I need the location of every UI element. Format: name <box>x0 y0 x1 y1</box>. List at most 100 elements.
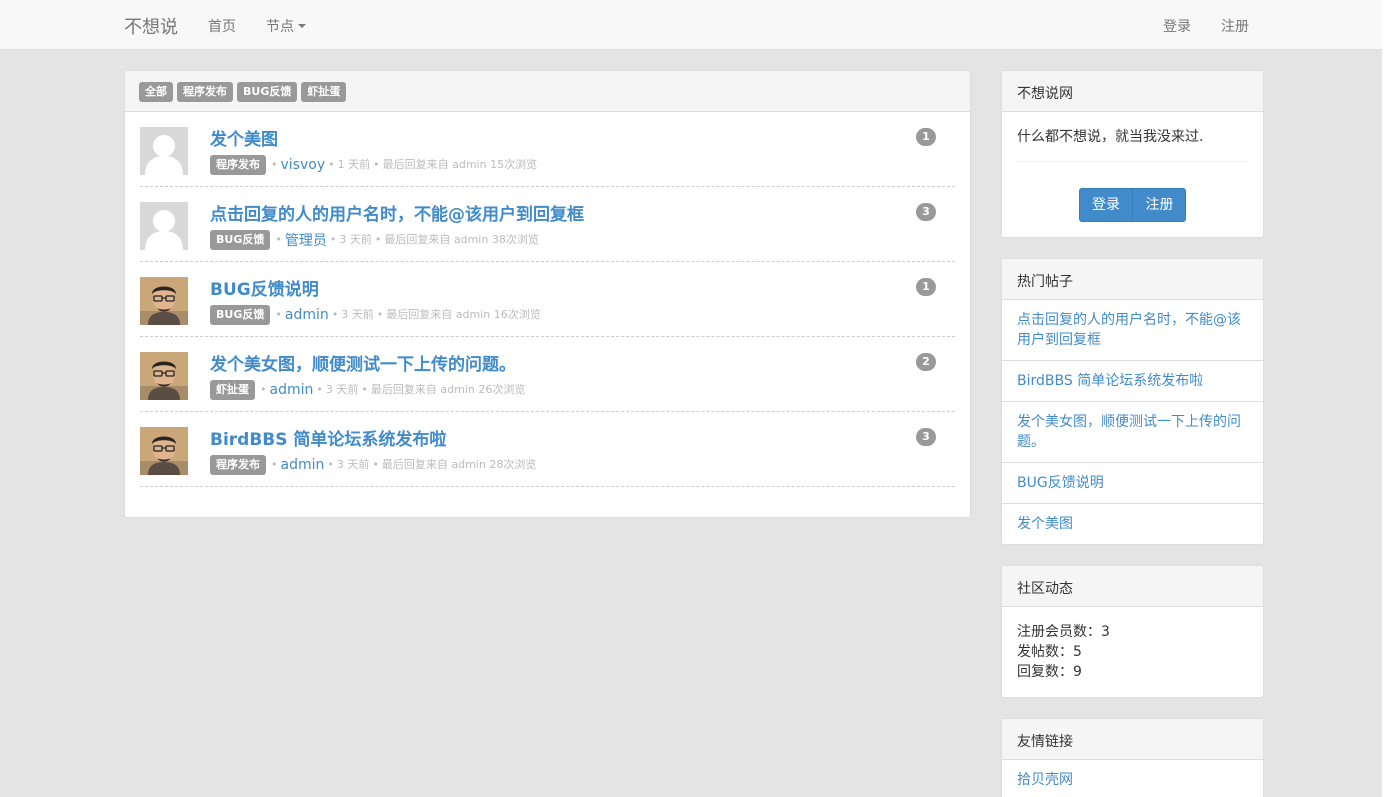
topic-title-link[interactable]: 发个美图 <box>210 125 278 150</box>
topic-node-tag[interactable]: BUG反馈 <box>210 230 271 250</box>
topic-row: 点击回复的人的用户名时，不能@该用户到回复框 BUG反馈 • 管理员 • 3 天前 • 最后回… <box>140 187 955 262</box>
topic-author-link[interactable]: admin <box>281 457 325 473</box>
separator-dot: • <box>361 383 368 396</box>
topic-views: 38次浏览 <box>491 233 539 246</box>
topic-title-link[interactable]: 点击回复的人的用户名时，不能@该用户到回复框 <box>210 200 584 225</box>
topic-views: 26次浏览 <box>478 383 526 396</box>
topic-title-link[interactable]: 发个美女图，顺便测试一下上传的问题。 <box>210 350 516 375</box>
topic-last-reply: 最后回复来自 admin <box>370 383 475 396</box>
tab-chat[interactable]: 虾扯蛋 <box>301 82 347 102</box>
hot-post-link[interactable]: BUG反馈说明 <box>1002 463 1263 504</box>
avatar[interactable] <box>140 427 188 475</box>
nav-login[interactable]: 登录 <box>1163 16 1191 36</box>
topic-list-panel: 全部 程序发布 BUG反馈 虾扯蛋 发个美图 程序发布 • visvoy • 1 天前 • 最后回复… <box>124 70 971 518</box>
topic-author-link[interactable]: visvoy <box>281 157 326 173</box>
topic-meta: 虾扯蛋 • admin • 3 天前 • 最后回复来自 admin 26次浏览 <box>210 380 525 400</box>
separator-dot: • <box>327 458 334 471</box>
topic-meta: BUG反馈 • 管理员 • 3 天前 • 最后回复来自 admin 38次浏览 <box>210 230 539 250</box>
separator-dot: • <box>331 308 339 321</box>
separator-dot: • <box>376 308 384 321</box>
stat-replies-value: 9 <box>1073 664 1082 680</box>
reply-count-badge[interactable]: 2 <box>916 353 936 371</box>
topic-views: 15次浏览 <box>490 158 538 171</box>
login-button[interactable]: 登录 <box>1080 189 1133 221</box>
separator-dot: • <box>329 233 337 246</box>
register-button[interactable]: 注册 <box>1133 189 1185 221</box>
separator-dot: • <box>316 383 323 396</box>
nav-nodes-label: 节点 <box>266 19 294 35</box>
reply-count-badge[interactable]: 3 <box>916 428 936 446</box>
topic-last-reply: 最后回复来自 admin <box>381 458 486 471</box>
topic-last-reply: 最后回复来自 admin <box>386 308 491 321</box>
friend-link[interactable]: 拾贝壳网 <box>1002 760 1263 797</box>
separator-dot: • <box>275 308 282 321</box>
topic-time: 1 天前 <box>337 158 371 171</box>
separator-dot: • <box>275 233 282 246</box>
tab-all[interactable]: 全部 <box>139 82 173 102</box>
site-info-panel: 不想说网 什么都不想说，就当我没来过. 登录 注册 <box>1001 70 1264 238</box>
divider <box>1017 161 1248 162</box>
topic-row: 发个美图 程序发布 • visvoy • 1 天前 • 最后回复来自 admin 15次浏览 1 <box>140 112 955 187</box>
topic-author-link[interactable]: admin <box>285 307 329 323</box>
hot-post-link[interactable]: BirdBBS 简单论坛系统发布啦 <box>1002 361 1263 402</box>
topic-node-tag[interactable]: 虾扯蛋 <box>210 380 255 400</box>
avatar[interactable] <box>140 127 188 175</box>
reply-count-badge[interactable]: 1 <box>916 128 936 146</box>
node-tabs: 全部 程序发布 BUG反馈 虾扯蛋 <box>125 71 970 112</box>
avatar[interactable] <box>140 352 188 400</box>
topic-last-reply: 最后回复来自 admin <box>384 233 489 246</box>
nav-nodes-dropdown[interactable]: 节点 <box>266 16 306 36</box>
topic-meta: 程序发布 • visvoy • 1 天前 • 最后回复来自 admin 15次浏览 <box>210 155 537 175</box>
community-stats-title: 社区动态 <box>1002 566 1263 607</box>
topic-views: 16次浏览 <box>493 308 541 321</box>
topic-time: 3 天前 <box>336 458 370 471</box>
hot-posts-panel: 热门帖子 点击回复的人的用户名时，不能@该用户到回复框 BirdBBS 简单论坛… <box>1001 258 1264 545</box>
hot-post-link[interactable]: 发个美图 <box>1002 504 1263 544</box>
tab-release[interactable]: 程序发布 <box>177 82 233 102</box>
stat-replies-label: 回复数： <box>1017 664 1073 680</box>
friend-links-title: 友情链接 <box>1002 719 1263 760</box>
community-stats-panel: 社区动态 注册会员数：3 发帖数：5 回复数：9 <box>1001 565 1264 698</box>
hot-post-link[interactable]: 点击回复的人的用户名时，不能@该用户到回复框 <box>1002 300 1263 361</box>
stat-posts-value: 5 <box>1073 644 1082 660</box>
topic-row: BirdBBS 简单论坛系统发布啦 程序发布 • admin • 3 天前 • 最后回复来自 … <box>140 412 955 487</box>
topic-author-link[interactable]: admin <box>270 382 314 398</box>
site-info-title: 不想说网 <box>1002 71 1263 112</box>
topic-row: BUG反馈说明 BUG反馈 • admin • 3 天前 • 最后回复来自 admin 16次… <box>140 262 955 337</box>
reply-count-badge[interactable]: 1 <box>916 278 936 296</box>
separator-dot: • <box>260 383 267 396</box>
separator-dot: • <box>328 158 335 171</box>
separator-dot: • <box>271 158 278 171</box>
topic-node-tag[interactable]: 程序发布 <box>210 155 266 175</box>
topic-time: 3 天前 <box>325 383 359 396</box>
avatar[interactable] <box>140 202 188 250</box>
stat-members: 注册会员数：3 <box>1017 622 1248 642</box>
topic-time: 3 天前 <box>341 308 374 321</box>
nav-register[interactable]: 注册 <box>1221 16 1249 36</box>
auth-button-group: 登录 注册 <box>1079 188 1186 222</box>
stat-replies: 回复数：9 <box>1017 662 1248 682</box>
topic-last-reply: 最后回复来自 admin <box>382 158 487 171</box>
scrollbar[interactable] <box>1382 0 1386 797</box>
friend-links-panel: 友情链接 拾贝壳网 <box>1001 718 1264 797</box>
stat-members-value: 3 <box>1101 624 1110 640</box>
topic-node-tag[interactable]: BUG反馈 <box>210 305 271 325</box>
site-brand[interactable]: 不想说 <box>124 13 178 39</box>
topic-author-link[interactable]: 管理员 <box>285 233 327 249</box>
topic-meta: 程序发布 • admin • 3 天前 • 最后回复来自 admin 28次浏览 <box>210 455 536 475</box>
topic-title-link[interactable]: BirdBBS 简单论坛系统发布啦 <box>210 425 446 450</box>
topic-title-link[interactable]: BUG反馈说明 <box>210 275 319 300</box>
avatar[interactable] <box>140 277 188 325</box>
topic-time: 3 天前 <box>339 233 372 246</box>
reply-count-badge[interactable]: 3 <box>916 203 936 221</box>
top-navbar: 不想说 首页 节点 登录 注册 <box>0 0 1386 50</box>
stat-posts-label: 发帖数： <box>1017 644 1073 660</box>
tab-bug[interactable]: BUG反馈 <box>237 82 298 102</box>
site-description: 什么都不想说，就当我没来过. <box>1017 129 1204 145</box>
nav-home[interactable]: 首页 <box>208 16 236 36</box>
topic-meta: BUG反馈 • admin • 3 天前 • 最后回复来自 admin 16次浏览 <box>210 305 541 325</box>
stat-posts: 发帖数：5 <box>1017 642 1248 662</box>
hot-posts-title: 热门帖子 <box>1002 259 1263 300</box>
hot-post-link[interactable]: 发个美女图，顺便测试一下上传的问题。 <box>1002 402 1263 463</box>
topic-node-tag[interactable]: 程序发布 <box>210 455 266 475</box>
